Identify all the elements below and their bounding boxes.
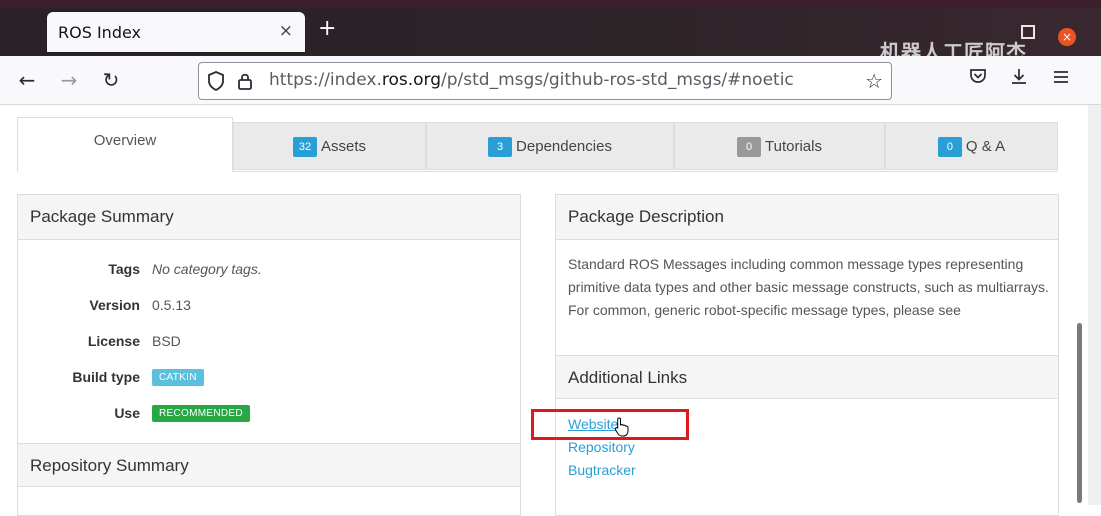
page-content: Overview 32 Assets 3 Dependencies 0 Tutoria… — [0, 105, 1088, 516]
tab-assets-label: Assets — [320, 138, 366, 156]
package-summary-panel: Package Summary Tags No category tags. V… — [17, 194, 521, 516]
tab-assets[interactable]: 32 Assets — [233, 122, 426, 170]
bugtracker-link[interactable]: Bugtracker — [568, 462, 636, 478]
use-label: Use — [114, 405, 140, 421]
back-icon[interactable]: ← — [12, 65, 42, 95]
tab-tutorials-label: Tutorials — [765, 138, 822, 156]
tab-overview[interactable]: Overview — [17, 117, 233, 172]
url-text[interactable]: https://index.ros.org/p/std_msgs/github-… — [269, 70, 794, 90]
tab-qa-label: Q & A — [965, 138, 1006, 156]
reload-icon[interactable]: ↻ — [96, 65, 126, 95]
shield-icon[interactable] — [207, 71, 225, 91]
qa-count-badge: 0 — [937, 137, 962, 158]
package-tabs: Overview 32 Assets 3 Dependencies 0 Tutoria… — [17, 117, 1058, 172]
package-summary-title: Package Summary — [18, 195, 520, 240]
browser-tab-bar: ROS Index × + 机器人工匠阿杰 × — [0, 8, 1101, 64]
forward-icon[interactable]: → — [54, 65, 84, 95]
version-value: 0.5.13 — [152, 297, 191, 313]
repository-link[interactable]: Repository — [568, 439, 635, 455]
browser-tab[interactable]: ROS Index × — [47, 12, 305, 52]
license-value: BSD — [152, 333, 181, 349]
highlight-box — [531, 409, 689, 440]
star-icon[interactable]: ☆ — [865, 69, 883, 93]
summary-row-build-type: Build type CATKIN — [30, 369, 510, 391]
package-description-title: Package Description — [556, 195, 1058, 240]
tab-overview-label: Overview — [93, 132, 157, 150]
scrollbar-thumb[interactable] — [1077, 323, 1082, 503]
tags-label: Tags — [108, 261, 140, 277]
tab-dependencies-label: Dependencies — [516, 138, 612, 156]
tab-qa[interactable]: 0Q & A — [885, 122, 1058, 170]
browser-nav-bar: ← → ↻ https://index.ros.org/p/std_msgs/g… — [0, 56, 1101, 105]
url-bar[interactable]: https://index.ros.org/p/std_msgs/github-… — [198, 62, 892, 100]
build-type-tag: CATKIN — [152, 369, 204, 386]
download-icon[interactable] — [1004, 65, 1034, 95]
tab-title: ROS Index — [58, 23, 141, 42]
build-type-label: Build type — [72, 369, 140, 385]
summary-row-version: Version 0.5.13 — [30, 297, 510, 317]
menu-icon[interactable] — [1046, 65, 1076, 95]
tags-value: No category tags. — [152, 261, 262, 277]
window-maximize-icon[interactable] — [1021, 25, 1035, 39]
package-description-text: Standard ROS Messages including common m… — [568, 256, 1049, 318]
assets-count-badge: 32 — [292, 137, 317, 158]
tutorials-count-badge: 0 — [737, 137, 762, 158]
summary-row-license: License BSD — [30, 333, 510, 353]
license-label: License — [87, 333, 140, 349]
pocket-icon[interactable] — [963, 65, 993, 95]
tab-dependencies[interactable]: 3 Dependencies — [426, 122, 674, 170]
additional-links-title: Additional Links — [556, 355, 1058, 399]
repository-summary-title: Repository Summary — [18, 443, 520, 487]
lock-icon[interactable] — [237, 71, 253, 91]
window-close-icon[interactable]: × — [1058, 28, 1076, 46]
package-description-panel: Package Description Standard ROS Message… — [555, 194, 1059, 516]
version-label: Version — [89, 297, 140, 313]
page-scrollbar[interactable] — [1088, 105, 1101, 505]
dependencies-count-badge: 3 — [488, 137, 513, 158]
use-tag: RECOMMENDED — [152, 405, 250, 422]
tab-tutorials[interactable]: 0 Tutorials — [674, 122, 885, 170]
tab-close-icon[interactable]: × — [279, 21, 293, 41]
summary-row-use: Use RECOMMENDED — [30, 405, 510, 427]
hand-cursor-icon — [614, 417, 629, 437]
summary-row-tags: Tags No category tags. — [30, 261, 510, 281]
new-tab-icon[interactable]: + — [318, 18, 336, 40]
